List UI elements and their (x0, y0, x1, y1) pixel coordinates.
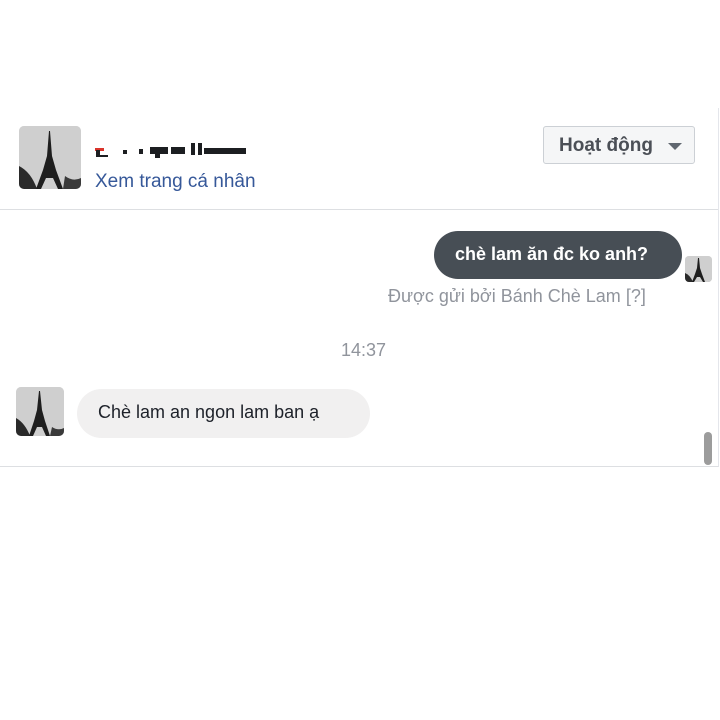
view-profile-link[interactable]: Xem trang cá nhân (95, 171, 256, 193)
chevron-down-icon (668, 143, 682, 150)
status-button-label: Hoạt động (559, 135, 653, 156)
conversation-header: Xem trang cá nhân Hoạt động (0, 108, 718, 210)
sent-by-help-link[interactable]: [?] (626, 286, 646, 306)
sent-by-text: Được gửi bởi Bánh Chè Lam (388, 286, 621, 306)
contact-avatar[interactable] (19, 126, 81, 189)
scrollbar-thumb[interactable] (704, 432, 712, 465)
message-timestamp: 14:37 (341, 340, 387, 360)
chat-window: Xem trang cá nhân Hoạt động chè lam ăn đ… (0, 108, 719, 467)
sender-avatar[interactable] (16, 387, 64, 436)
incoming-message[interactable]: Chè lam an ngon lam ban ạ (77, 389, 370, 438)
seen-receipt-avatar (685, 256, 712, 282)
redacted-contact-name (95, 143, 246, 158)
eiffel-tower-image (685, 256, 712, 282)
eiffel-tower-image (16, 387, 64, 436)
status-dropdown-button[interactable]: Hoạt động (543, 126, 695, 164)
sent-by-note: Được gửi bởi Bánh Chè Lam [?] (388, 286, 646, 307)
outgoing-message[interactable]: chè lam ăn đc ko anh? (434, 231, 682, 279)
eiffel-tower-image (19, 126, 81, 189)
